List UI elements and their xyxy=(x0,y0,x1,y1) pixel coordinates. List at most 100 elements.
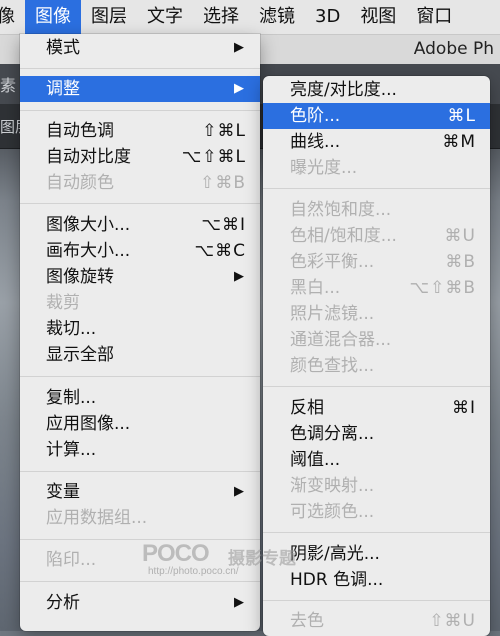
menu-item-label: 曲线... xyxy=(290,132,341,152)
menu-item-hue-saturation: 色相/饱和度... ⌘U xyxy=(263,223,490,249)
menu-item-label: 裁切... xyxy=(46,319,97,339)
menu-item-vibrance: 自然饱和度... xyxy=(263,197,490,223)
adjustments-submenu: 亮度/对比度... 色阶... ⌘L 曲线... ⌘M 曝光度... 自然饱和度… xyxy=(263,76,490,636)
menu-separator xyxy=(20,471,260,472)
image-menu: 模式 ▶ 调整 ▶ 自动色调 ⇧⌘L 自动对比度 ⌥⇧⌘L 自动颜色 ⇧⌘B 图… xyxy=(20,34,260,631)
menu-item-label: 色彩平衡... xyxy=(290,252,375,272)
menu-item-calculations[interactable]: 计算... xyxy=(20,437,260,463)
menu-item-posterize[interactable]: 色调分离... xyxy=(263,421,490,447)
menu-item-label: 曝光度... xyxy=(290,158,358,178)
menu-item-hdr-toning[interactable]: HDR 色调... xyxy=(263,567,490,593)
menu-item-label: 色调分离... xyxy=(290,424,375,444)
menu-item-apply-image[interactable]: 应用图像... xyxy=(20,411,260,437)
menu-item-shortcut: ⌘B xyxy=(445,252,476,272)
menubar-item-layer[interactable]: 图层 xyxy=(81,0,137,34)
menu-item-variables[interactable]: 变量 ▶ xyxy=(20,479,260,505)
menu-item-auto-tone[interactable]: 自动色调 ⇧⌘L xyxy=(20,118,260,144)
menu-item-exposure: 曝光度... xyxy=(263,155,490,181)
submenu-arrow-icon: ▶ xyxy=(234,484,244,499)
menu-item-label: 应用数据组... xyxy=(46,508,148,528)
menu-item-channel-mixer: 通道混合器... xyxy=(263,327,490,353)
menu-item-label: 应用图像... xyxy=(46,414,131,434)
menu-item-shortcut: ⌘I xyxy=(451,398,476,418)
menu-item-shortcut: ⇧⌘U xyxy=(429,611,476,631)
menu-item-shortcut: ⌥⇧⌘L xyxy=(181,147,246,167)
submenu-arrow-icon: ▶ xyxy=(234,81,244,96)
menubar-item-select[interactable]: 选择 xyxy=(193,0,249,34)
menu-item-auto-color: 自动颜色 ⇧⌘B xyxy=(20,170,260,196)
menu-separator xyxy=(20,539,260,540)
menu-separator xyxy=(263,600,490,601)
menu-item-trap: 陷印... xyxy=(20,547,260,573)
menubar-item-image[interactable]: 图像 xyxy=(25,0,81,34)
menu-item-photo-filter: 照片滤镜... xyxy=(263,301,490,327)
menu-item-label: 色阶... xyxy=(290,106,341,126)
menu-item-label: 自动对比度 xyxy=(46,147,131,167)
menu-item-label: 自动色调 xyxy=(46,121,114,141)
menu-item-image-size[interactable]: 图像大小... ⌥⌘I xyxy=(20,212,260,238)
menu-item-gradient-map: 渐变映射... xyxy=(263,473,490,499)
menu-item-label: 可选颜色... xyxy=(290,502,375,522)
menu-item-label: 自动颜色 xyxy=(46,173,114,193)
menu-separator xyxy=(20,68,260,69)
menu-item-duplicate[interactable]: 复制... xyxy=(20,385,260,411)
submenu-arrow-icon: ▶ xyxy=(234,40,244,55)
menu-item-canvas-size[interactable]: 画布大小... ⌥⌘C xyxy=(20,238,260,264)
menu-item-label: 阈值... xyxy=(290,450,341,470)
menu-item-shadows-highlights[interactable]: 阴影/高光... xyxy=(263,541,490,567)
options-bar-text: 素 xyxy=(0,76,17,95)
menu-item-shortcut: ⇧⌘B xyxy=(200,173,246,193)
menu-bar: 像 图像 图层 文字 选择 滤镜 3D 视图 窗口 xyxy=(0,0,500,35)
menu-item-shortcut: ⌥⇧⌘B xyxy=(409,278,476,298)
menu-item-threshold[interactable]: 阈值... xyxy=(263,447,490,473)
menu-item-mode[interactable]: 模式 ▶ xyxy=(20,35,260,61)
menu-item-image-rotation[interactable]: 图像旋转 ▶ xyxy=(20,264,260,290)
menu-item-selective-color: 可选颜色... xyxy=(263,499,490,525)
menu-item-label: 色相/饱和度... xyxy=(290,226,397,246)
menu-separator xyxy=(263,532,490,533)
menu-item-label: 复制... xyxy=(46,388,97,408)
menubar-item-edit[interactable]: 像 xyxy=(0,0,25,34)
menu-item-label: 调整 xyxy=(46,79,80,99)
menu-item-analysis[interactable]: 分析 ▶ xyxy=(20,590,260,616)
menu-item-label: 显示全部 xyxy=(46,345,114,365)
menu-item-label: 去色 xyxy=(290,611,324,631)
menu-item-shortcut: ⌥⌘I xyxy=(201,215,246,235)
menu-item-curves[interactable]: 曲线... ⌘M xyxy=(263,129,490,155)
menu-item-trim[interactable]: 裁切... xyxy=(20,316,260,342)
menu-item-color-balance: 色彩平衡... ⌘B xyxy=(263,249,490,275)
menu-item-label: 亮度/对比度... xyxy=(290,80,397,100)
menu-item-shortcut: ⇧⌘L xyxy=(202,121,246,141)
menu-item-levels[interactable]: 色阶... ⌘L xyxy=(263,103,490,129)
menu-item-label: 画布大小... xyxy=(46,241,131,261)
menu-item-brightness-contrast[interactable]: 亮度/对比度... xyxy=(263,77,490,103)
submenu-arrow-icon: ▶ xyxy=(234,269,244,284)
menu-item-invert[interactable]: 反相 ⌘I xyxy=(263,395,490,421)
menubar-item-filter[interactable]: 滤镜 xyxy=(249,0,305,34)
menu-item-adjustments[interactable]: 调整 ▶ xyxy=(20,76,260,102)
menu-item-color-lookup: 颜色查找... xyxy=(263,353,490,379)
menu-item-label: 通道混合器... xyxy=(290,330,392,350)
menu-separator xyxy=(263,188,490,189)
menubar-item-3d[interactable]: 3D xyxy=(305,0,350,34)
submenu-arrow-icon: ▶ xyxy=(234,595,244,610)
menu-item-reveal-all[interactable]: 显示全部 xyxy=(20,342,260,368)
window-title: Adobe Ph xyxy=(413,39,494,59)
menu-item-label: 陷印... xyxy=(46,550,97,570)
menubar-item-window[interactable]: 窗口 xyxy=(406,0,462,34)
menu-item-label: 照片滤镜... xyxy=(290,304,375,324)
menu-item-label: 颜色查找... xyxy=(290,356,375,376)
menu-item-shortcut: ⌘M xyxy=(442,132,476,152)
menu-item-label: 图像大小... xyxy=(46,215,131,235)
menubar-item-type[interactable]: 文字 xyxy=(137,0,193,34)
menu-item-auto-contrast[interactable]: 自动对比度 ⌥⇧⌘L xyxy=(20,144,260,170)
menu-item-black-white: 黑白... ⌥⇧⌘B xyxy=(263,275,490,301)
menu-separator xyxy=(20,376,260,377)
menu-separator xyxy=(20,203,260,204)
menu-separator xyxy=(263,386,490,387)
menubar-item-view[interactable]: 视图 xyxy=(350,0,406,34)
menu-item-label: 图像旋转 xyxy=(46,267,114,287)
menu-item-shortcut: ⌘L xyxy=(447,106,476,126)
menu-item-label: 分析 xyxy=(46,593,80,613)
menu-separator xyxy=(20,110,260,111)
